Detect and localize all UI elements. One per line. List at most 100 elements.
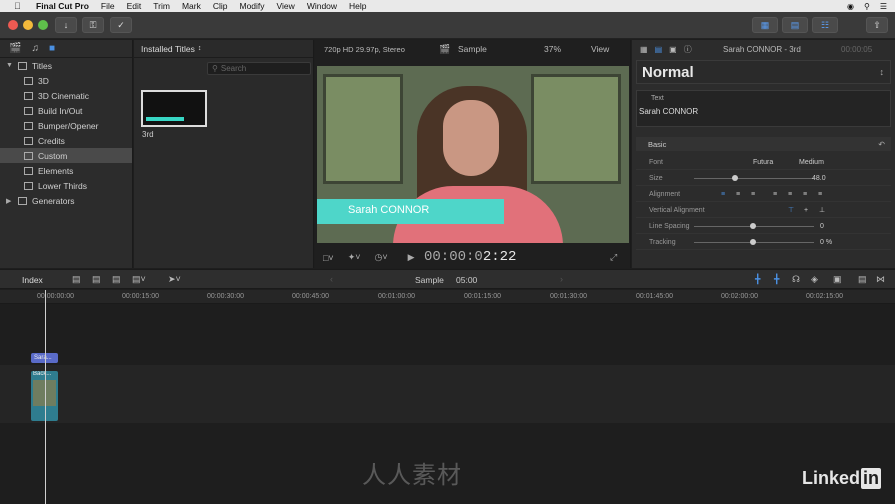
disclosure-open-icon[interactable]: ▼ [6,62,14,69]
search-icon: ⚲ [212,64,218,73]
line-spacing-knob[interactable] [750,223,756,229]
video-inspector-tab-icon[interactable]: ▣ [669,45,677,54]
clip-appearance-icon[interactable]: ▣ [833,274,842,285]
keywords-button[interactable]: ⚿ [82,17,104,33]
minimize-button[interactable] [23,20,33,30]
valign-bottom-icon[interactable]: ⊥ [819,206,825,214]
search-input[interactable]: ⚲ Search [207,62,311,75]
menu-trim[interactable]: Trim [153,1,170,11]
photos-icon[interactable]: ♫ [31,43,39,54]
size-slider-knob[interactable] [732,175,738,181]
font-family-menu[interactable]: Futura [753,159,773,166]
menu-clip[interactable]: Clip [213,1,228,11]
sidebar-item-elements[interactable]: Elements [0,163,132,178]
sidebar-item-titles[interactable]: ▼ Titles [0,58,132,73]
sidebar-item-build-in-out[interactable]: Build In/Out [0,103,132,118]
titles-generators-icon[interactable]: ■ [49,43,55,54]
text-inspector-tab-icon[interactable]: ▦ [640,45,648,54]
text-field[interactable]: Text Sarah CONNOR [636,90,891,127]
forward-icon[interactable]: › [560,274,563,284]
menu-view[interactable]: View [277,1,295,11]
transitions-browser-icon[interactable]: ⋈ [876,274,885,285]
apple-icon[interactable]:  [14,1,26,11]
menu-help[interactable]: Help [349,1,366,11]
zoom-menu[interactable]: 37% [544,44,561,54]
disclosure-closed-icon[interactable]: ▶ [6,197,14,205]
justify-center-icon[interactable]: ≡ [788,191,792,198]
timeline-project-name: Sample [415,275,444,285]
fullscreen-icon[interactable]: ⤢ [610,252,617,263]
sidebar-item-bumper-opener[interactable]: Bumper/Opener [0,118,132,133]
speed-icon[interactable]: ◷˅ [375,252,388,263]
zoom-button[interactable] [38,20,48,30]
valign-top-icon[interactable]: ⊤ [788,206,794,214]
sidebar-item-3d[interactable]: 3D [0,73,132,88]
tracking-knob[interactable] [750,239,756,245]
justify-all-icon[interactable]: ≡ [818,191,822,198]
text-preset-menu[interactable]: Normal ↕ [636,60,891,84]
sidebar-item-custom[interactable]: Custom [0,148,132,163]
overwrite-clip-icon[interactable]: ▤ [112,274,121,285]
effects-browser-icon[interactable]: ▤ [858,274,867,285]
view-menu[interactable]: View [591,44,609,54]
video-frame[interactable]: Sarah CONNOR [317,66,629,243]
basic-section-header[interactable]: Basic ↶ [636,137,891,151]
menu-file[interactable]: File [101,1,115,11]
transform-icon[interactable]: □˅ [323,253,334,263]
timeline-ruler[interactable]: 00:00:00:00 00:00:15:00 00:00:30:00 00:0… [0,290,895,304]
menu-bar:  Final Cut Pro File Edit Trim Mark Clip… [0,0,895,12]
line-spacing-value[interactable]: 0 [820,223,824,230]
valign-middle-icon[interactable]: + [804,207,808,214]
share-button[interactable]: ⇧ [866,17,888,33]
justify-right-icon[interactable]: ≡ [803,191,807,198]
align-left-icon[interactable]: ≡ [721,191,725,198]
timecode-display[interactable]: 00:00:02:22 [424,249,516,265]
close-button[interactable] [8,20,18,30]
playhead[interactable] [45,290,46,504]
timeline-toggle-button[interactable]: ▤ [782,17,808,33]
enhance-icon[interactable]: ✦˅ [348,252,361,263]
sidebar-item-3d-cinematic[interactable]: 3D Cinematic [0,88,132,103]
creative-cloud-icon[interactable]: ◉ [847,2,854,11]
title-inspector-tab-icon[interactable]: ▤ [655,45,663,54]
tracking-value[interactable]: 0 % [820,239,832,246]
insert-clip-icon[interactable]: ▤ [92,274,101,285]
title-thumbnail[interactable] [141,90,207,127]
justify-left-icon[interactable]: ≡ [773,191,777,198]
background-tasks-button[interactable]: ✓ [110,17,132,33]
media-library-icon[interactable]: 🎬 [9,43,21,54]
size-slider[interactable] [694,178,814,179]
align-center-icon[interactable]: ≡ [736,191,740,198]
sidebar-item-generators[interactable]: ▶ Generators [0,193,132,208]
menu-mark[interactable]: Mark [182,1,201,11]
snapping-icon[interactable]: ◈ [811,274,818,285]
select-tool-icon[interactable]: ➤˅ [168,274,181,285]
clapper-icon: 🎬 [439,43,451,54]
align-right-icon[interactable]: ≡ [751,191,755,198]
browser-toggle-button[interactable]: ▦ [752,17,778,33]
import-button[interactable]: ↓ [55,17,77,33]
skimming-icon[interactable]: ╋ [755,274,760,285]
installed-titles-menu[interactable]: Installed Titles ↕ [134,40,313,58]
headphones-icon[interactable]: ☊ [792,274,800,285]
audio-skimming-icon[interactable]: ╋ [774,274,779,285]
connect-clip-menu-icon[interactable]: ▤˅ [132,274,146,285]
back-icon[interactable]: ‹ [330,274,333,284]
sidebar-item-credits[interactable]: Credits [0,133,132,148]
lower-third-title[interactable]: Sarah CONNOR [317,199,504,224]
font-weight-menu[interactable]: Medium [799,159,824,166]
menu-modify[interactable]: Modify [239,1,264,11]
reset-icon[interactable]: ↶ [878,140,885,149]
search-icon[interactable]: ⚲ [864,2,870,11]
list-icon[interactable]: ☰ [880,2,887,11]
append-clip-icon[interactable]: ▤ [72,274,81,285]
sidebar-item-lower-thirds[interactable]: Lower Thirds [0,178,132,193]
menu-edit[interactable]: Edit [127,1,142,11]
index-button[interactable]: Index [22,275,43,285]
menu-app[interactable]: Final Cut Pro [36,1,89,11]
menu-window[interactable]: Window [307,1,337,11]
size-value[interactable]: 48.0 [812,175,826,182]
play-icon[interactable]: ▶ [408,252,415,263]
info-icon[interactable]: ⓘ [684,44,692,55]
inspector-toggle-button[interactable]: ☷ [812,17,838,33]
